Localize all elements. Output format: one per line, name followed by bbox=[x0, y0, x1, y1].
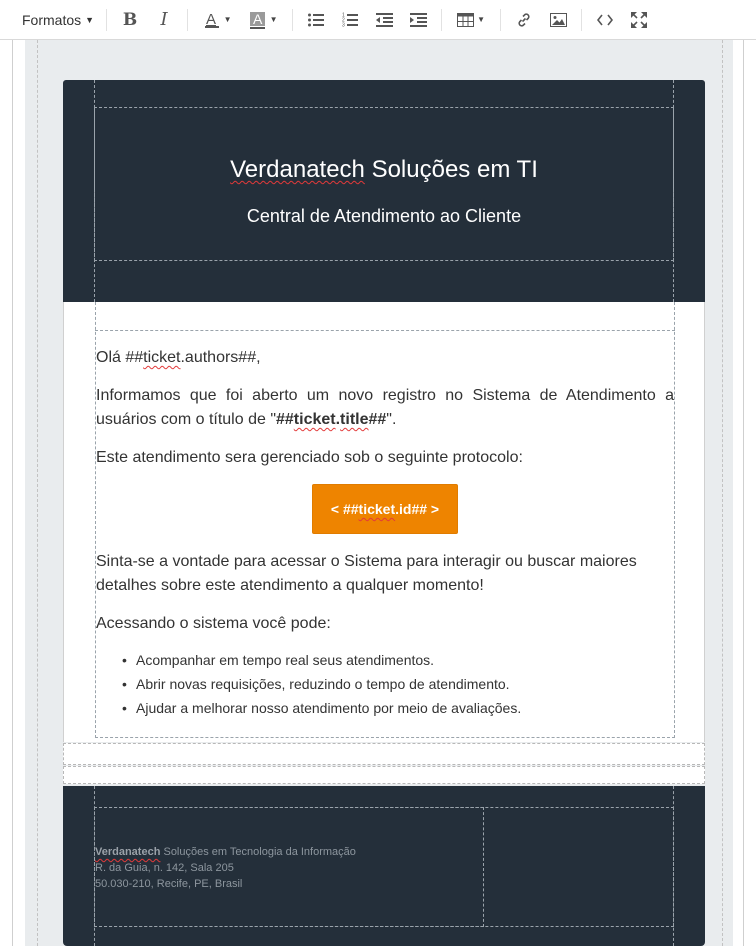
text-color-button[interactable]: A ▼ bbox=[194, 6, 240, 34]
spacer-row[interactable] bbox=[63, 743, 705, 765]
formats-dropdown[interactable]: Formatos ▼ bbox=[14, 6, 100, 34]
outdent-icon bbox=[375, 12, 393, 27]
header-title: Verdanatech Soluções em TI bbox=[63, 156, 705, 184]
toolbar-divider bbox=[441, 8, 443, 31]
footer-street: R. da Guia, n. 142, Sala 205 bbox=[95, 862, 234, 874]
fullscreen-button[interactable] bbox=[622, 6, 656, 34]
chevron-down-icon: ▼ bbox=[269, 15, 278, 24]
spacer-row[interactable] bbox=[63, 766, 705, 784]
formats-label: Formatos bbox=[22, 11, 82, 28]
email-header[interactable]: Verdanatech Soluções em TI Central de At… bbox=[63, 80, 705, 302]
numbered-list-icon: 1 2 3 bbox=[342, 13, 359, 28]
header-subtitle: Central de Atendimento ao Cliente bbox=[246, 206, 522, 226]
numbered-list-button[interactable]: 1 2 3 bbox=[333, 6, 367, 34]
toolbar-divider bbox=[187, 8, 189, 31]
image-button[interactable] bbox=[541, 6, 575, 34]
footer-city: 50.030-210, Recife, PE, Brasil bbox=[95, 878, 243, 890]
list-item: Ajudar a melhorar nosso atendimento por … bbox=[122, 696, 674, 720]
outdent-button[interactable] bbox=[367, 6, 401, 34]
source-code-button[interactable] bbox=[588, 6, 622, 34]
text-color-icon: A bbox=[204, 11, 219, 28]
indent-icon bbox=[409, 12, 427, 27]
bold-button[interactable]: B bbox=[113, 6, 147, 34]
italic-button[interactable]: I bbox=[147, 6, 181, 34]
brand-name: Verdanatech bbox=[230, 156, 365, 183]
background-color-button[interactable]: A ▼ bbox=[240, 6, 286, 34]
table-icon bbox=[457, 12, 475, 27]
chevron-down-icon: ▼ bbox=[85, 14, 95, 25]
email-footer[interactable]: Verdanatech Soluções em Tecnologia da In… bbox=[63, 786, 705, 946]
chevron-down-icon: ▼ bbox=[477, 15, 485, 24]
list-item: Acompanhar em tempo real seus atendiment… bbox=[122, 648, 674, 672]
indent-button[interactable] bbox=[401, 6, 435, 34]
background-color-icon: A bbox=[249, 11, 265, 29]
features-list: Acompanhar em tempo real seus atendiment… bbox=[122, 648, 674, 720]
toolbar-divider bbox=[106, 8, 108, 31]
editor-toolbar: Formatos ▼ B I A ▼ A ▼ 1 2 3 ▼ bbox=[0, 0, 756, 40]
bold-icon: B bbox=[122, 9, 138, 30]
bullet-list-icon bbox=[308, 13, 325, 26]
svg-text:A: A bbox=[253, 11, 263, 27]
toolbar-divider bbox=[292, 8, 294, 31]
chevron-down-icon: ▼ bbox=[223, 15, 232, 24]
toolbar-divider bbox=[500, 8, 502, 31]
link-button[interactable] bbox=[507, 6, 541, 34]
layout-guide bbox=[95, 330, 675, 331]
footer-address: Verdanatech Soluções em Tecnologia da In… bbox=[95, 844, 356, 892]
greeting: Olá ##ticket.authors##, bbox=[96, 349, 261, 366]
paragraph-intro: Informamos que foi aberto um novo regist… bbox=[96, 387, 674, 428]
image-icon bbox=[549, 12, 567, 27]
paragraph-features-intro: Acessando o sistema você pode: bbox=[96, 615, 331, 632]
header-title-rest: Soluções em TI bbox=[364, 156, 538, 183]
paragraph-access: Sinta-se a vontade para acessar o Sistem… bbox=[96, 553, 637, 594]
ticket-id-button[interactable]: < ##ticket.id## > bbox=[311, 484, 459, 534]
fullscreen-icon bbox=[631, 11, 648, 28]
protocol-button-wrap: < ##ticket.id## > bbox=[96, 484, 674, 534]
svg-text:A: A bbox=[206, 11, 216, 28]
ticket-title-variable: ##ticket.title## bbox=[276, 411, 387, 428]
code-icon bbox=[597, 14, 614, 25]
link-icon bbox=[518, 12, 530, 27]
list-item: Abrir novas requisições, reduzindo o tem… bbox=[122, 672, 674, 696]
footer-company: Verdanatech Soluções em Tecnologia da In… bbox=[95, 846, 356, 858]
toolbar-divider bbox=[581, 8, 583, 31]
italic-icon: I bbox=[160, 9, 168, 30]
table-button[interactable]: ▼ bbox=[448, 6, 494, 34]
svg-text:3: 3 bbox=[342, 23, 345, 28]
paragraph-protocol: Este atendimento sera gerenciado sob o s… bbox=[96, 449, 523, 466]
layout-guide bbox=[94, 107, 674, 261]
bullet-list-button[interactable] bbox=[299, 6, 333, 34]
body-content[interactable]: Olá ##ticket.authors##, Informamos que f… bbox=[96, 346, 674, 720]
email-body[interactable]: Olá ##ticket.authors##, Informamos que f… bbox=[63, 302, 705, 742]
